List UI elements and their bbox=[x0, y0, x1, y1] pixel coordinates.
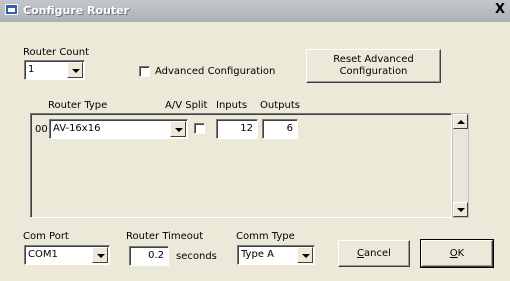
row-index: 00 bbox=[35, 124, 48, 135]
ok-button[interactable]: OK bbox=[420, 239, 494, 268]
com-port-select[interactable]: COM1 bbox=[24, 245, 110, 265]
outputs-header: Outputs bbox=[260, 100, 300, 111]
router-count-label: Router Count bbox=[23, 47, 90, 58]
router-list-scrollbar[interactable] bbox=[452, 113, 469, 218]
advanced-configuration-checkbox[interactable] bbox=[139, 66, 150, 77]
scroll-down-icon[interactable] bbox=[453, 202, 468, 217]
router-type-header: Router Type bbox=[48, 100, 108, 111]
router-count-value: 1 bbox=[28, 64, 35, 75]
window-title: Configure Router bbox=[23, 4, 130, 17]
av-split-checkbox[interactable] bbox=[194, 123, 205, 134]
comm-type-select[interactable]: Type A bbox=[237, 245, 315, 265]
reset-advanced-configuration-button[interactable]: Reset Advanced Configuration bbox=[306, 49, 441, 83]
scroll-up-icon[interactable] bbox=[453, 114, 468, 129]
chevron-down-icon[interactable] bbox=[297, 247, 313, 263]
outputs-field[interactable]: 6 bbox=[262, 119, 298, 139]
reset-button-line2: Configuration bbox=[339, 66, 408, 77]
chevron-down-icon[interactable] bbox=[170, 121, 186, 137]
av-split-header: A/V Split bbox=[165, 100, 208, 111]
chevron-down-icon[interactable] bbox=[67, 62, 83, 78]
com-port-value: COM1 bbox=[28, 249, 58, 260]
inputs-header: Inputs bbox=[216, 100, 248, 111]
title-bar: Configure Router X bbox=[0, 0, 510, 22]
close-button[interactable]: X bbox=[493, 2, 507, 18]
cancel-button-label: Cancel bbox=[357, 247, 391, 259]
router-timeout-unit: seconds bbox=[176, 251, 217, 262]
chevron-down-icon[interactable] bbox=[92, 247, 108, 263]
router-count-select[interactable]: 1 bbox=[24, 60, 85, 80]
comm-type-label: Comm Type bbox=[236, 231, 295, 242]
cancel-button[interactable]: Cancel bbox=[338, 240, 410, 267]
window-icon bbox=[5, 4, 18, 15]
router-timeout-field[interactable]: 0.2 bbox=[129, 246, 169, 266]
ok-button-label: OK bbox=[449, 247, 465, 259]
inputs-field[interactable]: 12 bbox=[216, 119, 258, 139]
com-port-label: Com Port bbox=[23, 231, 69, 242]
router-type-select[interactable]: AV-16x16 bbox=[49, 119, 188, 139]
router-timeout-label: Router Timeout bbox=[126, 231, 204, 242]
reset-button-line1: Reset Advanced bbox=[333, 54, 414, 65]
router-type-value: AV-16x16 bbox=[53, 123, 101, 134]
comm-type-value: Type A bbox=[241, 249, 274, 260]
advanced-configuration-label: Advanced Configuration bbox=[155, 66, 276, 77]
